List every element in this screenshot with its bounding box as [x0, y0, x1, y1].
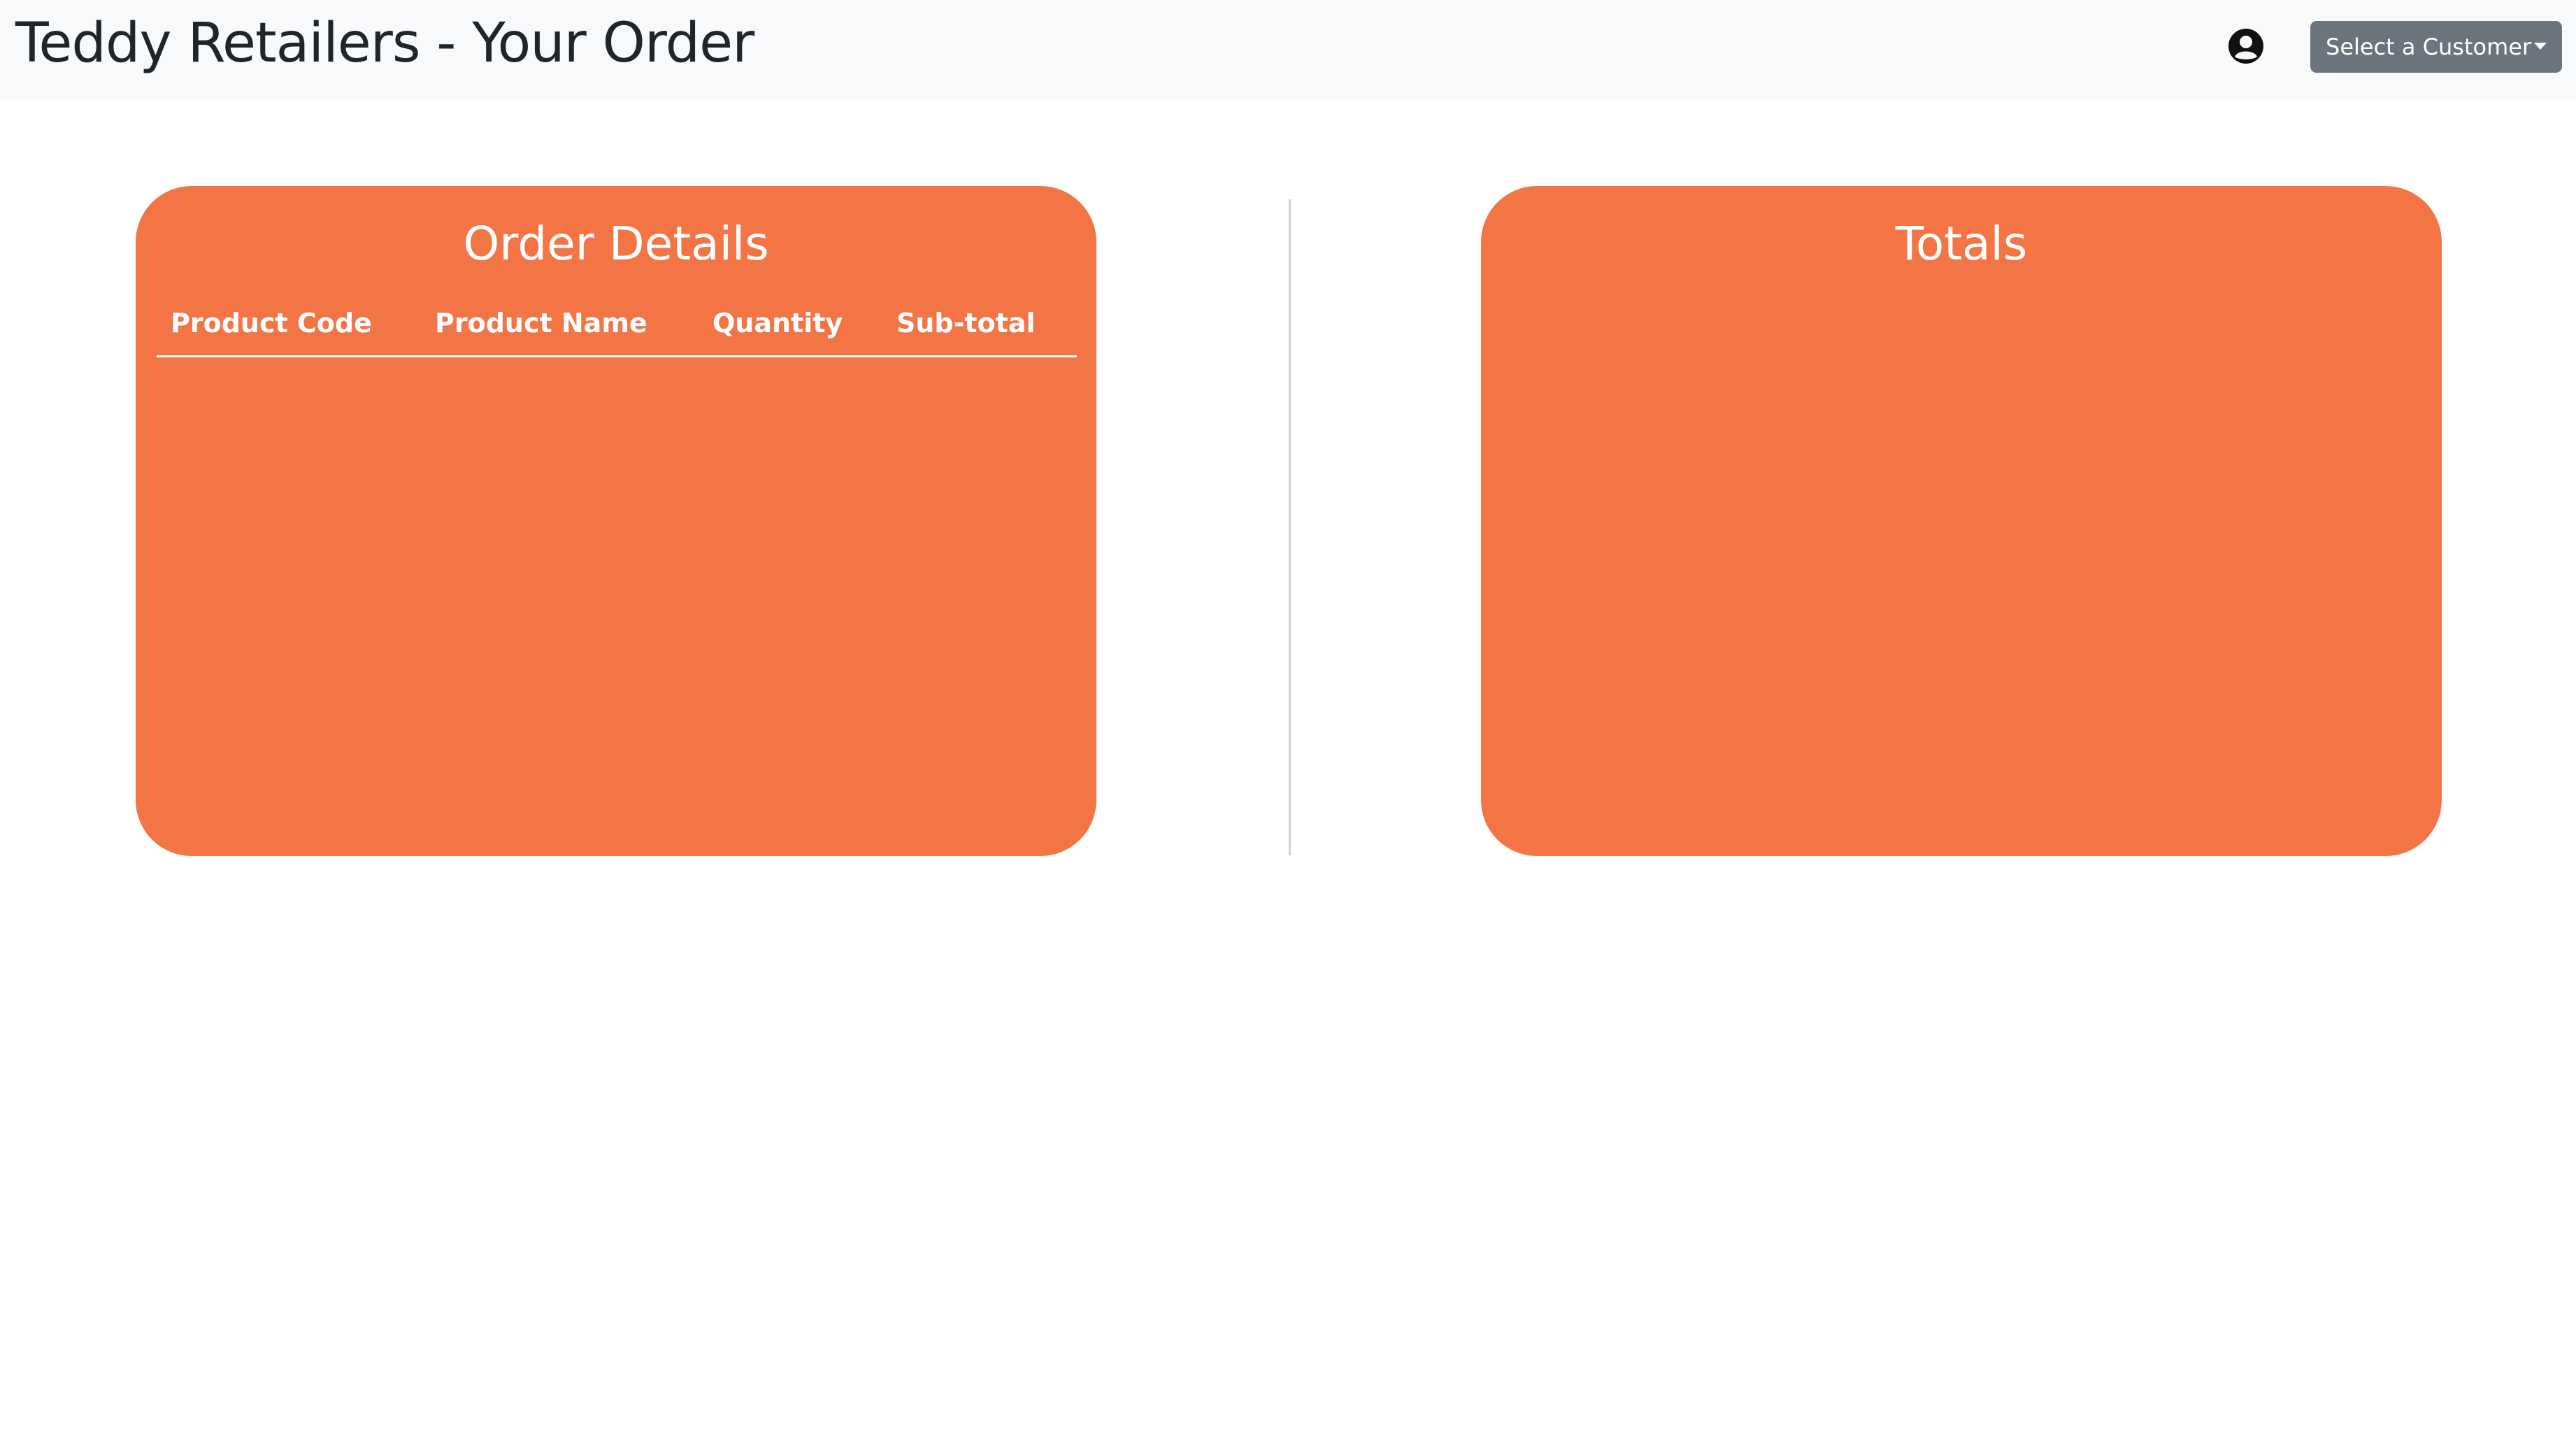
column-header-product-name: Product Name [435, 308, 647, 338]
navbar: Teddy Retailers - Your Order Select a Cu… [0, 0, 2576, 101]
column-header-quantity: Quantity [713, 308, 843, 338]
page-title: Teddy Retailers - Your Order [15, 12, 754, 75]
column-header-product-code: Product Code [171, 308, 372, 338]
order-details-card: Order Details Product Code Product Name … [136, 186, 1096, 856]
order-details-title: Order Details [463, 217, 769, 271]
caret-down-icon [2534, 43, 2547, 50]
vertical-divider [1289, 199, 1291, 855]
user-circle-icon[interactable] [2228, 28, 2264, 64]
column-header-sub-total: Sub-total [896, 308, 1036, 338]
table-header-divider [157, 355, 1077, 357]
totals-card: Totals [1481, 186, 2442, 856]
select-customer-button[interactable]: Select a Customer [2310, 21, 2562, 73]
totals-title: Totals [1895, 217, 2028, 271]
select-customer-label: Select a Customer [2326, 34, 2532, 60]
